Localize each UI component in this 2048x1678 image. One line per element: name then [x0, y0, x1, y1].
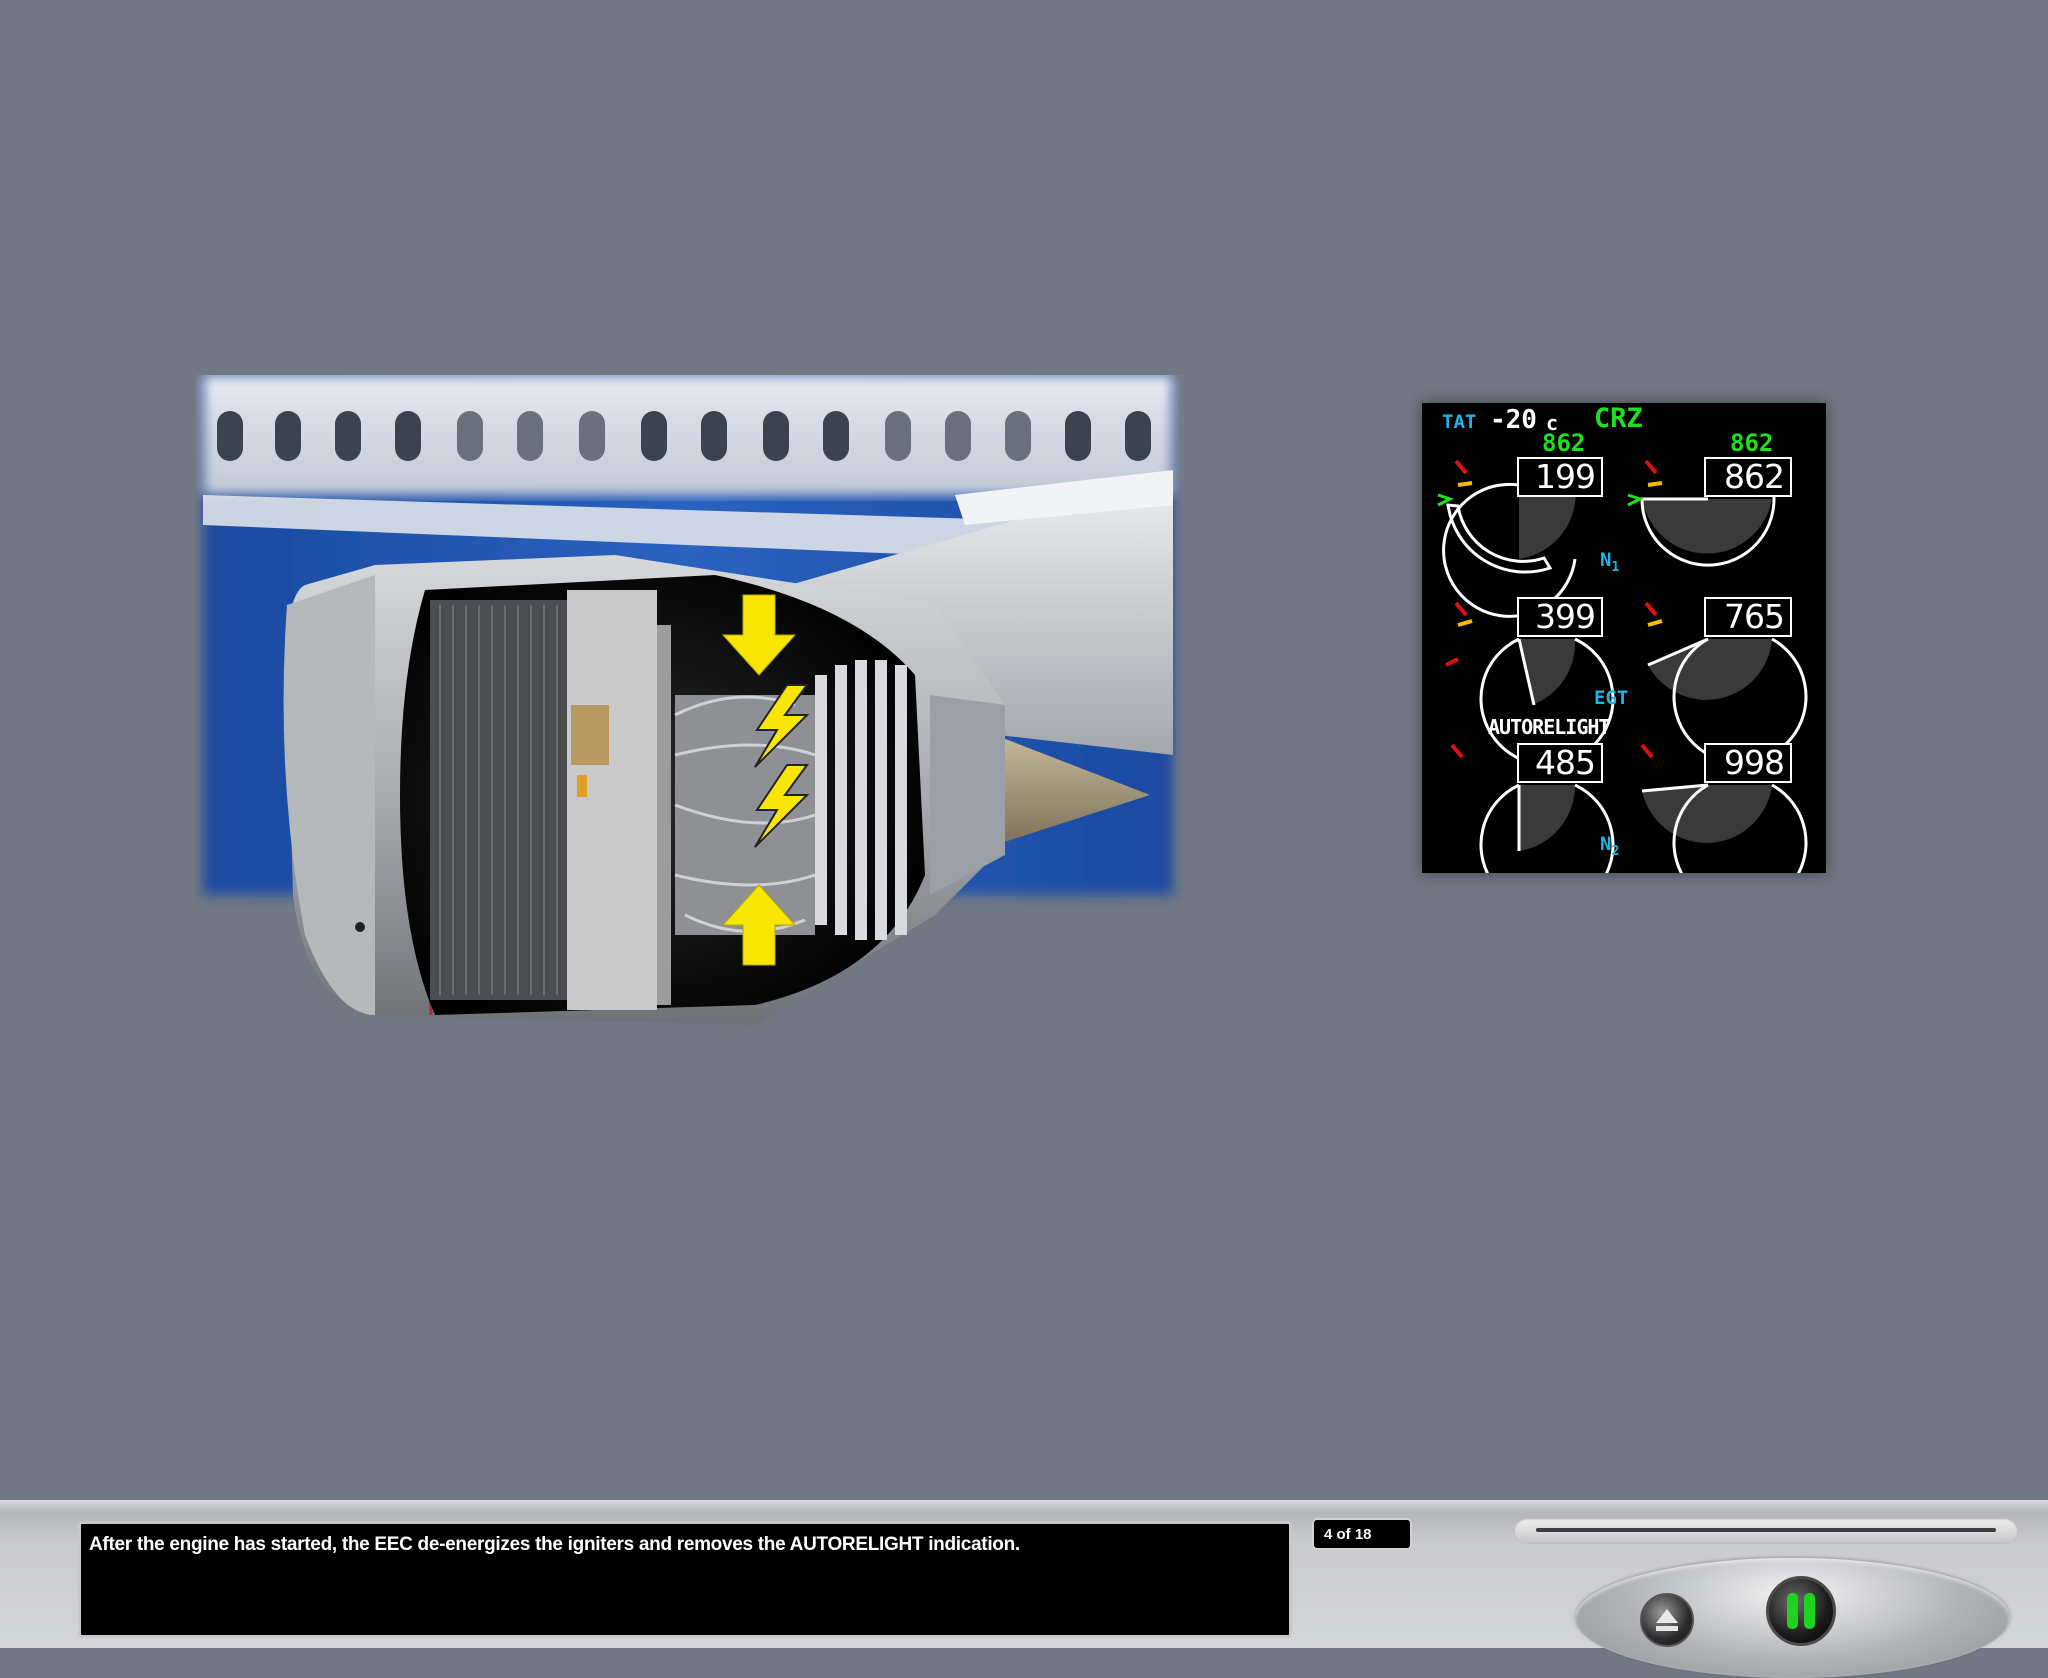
- n2-right-value: 998: [1704, 743, 1792, 783]
- eicas-engine-display: TAT -20 c CRZ 862 862 199 862 N1 399 765…: [1422, 403, 1826, 873]
- n2-left-value: 485: [1517, 743, 1603, 783]
- page-counter: 4 of 18: [1312, 1518, 1412, 1550]
- n1-label: N1: [1600, 549, 1620, 575]
- thrust-mode: CRZ: [1594, 403, 1643, 434]
- n1-right-target: 862: [1730, 429, 1774, 457]
- eject-button[interactable]: [1640, 1593, 1694, 1647]
- egt-right-value: 765: [1704, 597, 1792, 637]
- egt-left-value: 399: [1517, 597, 1603, 637]
- tat-label: TAT: [1442, 411, 1477, 433]
- eject-icon: [1656, 1609, 1678, 1631]
- n1-right-value: 862: [1704, 457, 1792, 497]
- narration-caption: After the engine has started, the EEC de…: [78, 1521, 1292, 1638]
- tat-value: -20: [1490, 405, 1537, 435]
- egt-label: EGT: [1594, 687, 1629, 709]
- engine-cutaway-illustration: [203, 375, 1173, 1025]
- autorelight-indication: AUTORELIGHT: [1488, 715, 1610, 739]
- n2-label: N2: [1600, 833, 1620, 859]
- n1-left-value: 199: [1517, 457, 1603, 497]
- pause-icon: [1787, 1593, 1815, 1629]
- player-control-bar: After the engine has started, the EEC de…: [0, 1500, 2048, 1678]
- n1-left-target: 862: [1542, 429, 1586, 457]
- fan-blades: [430, 600, 570, 1000]
- progress-bar[interactable]: [1514, 1518, 2018, 1544]
- progress-groove: [1536, 1528, 1996, 1532]
- pause-button[interactable]: [1766, 1576, 1836, 1646]
